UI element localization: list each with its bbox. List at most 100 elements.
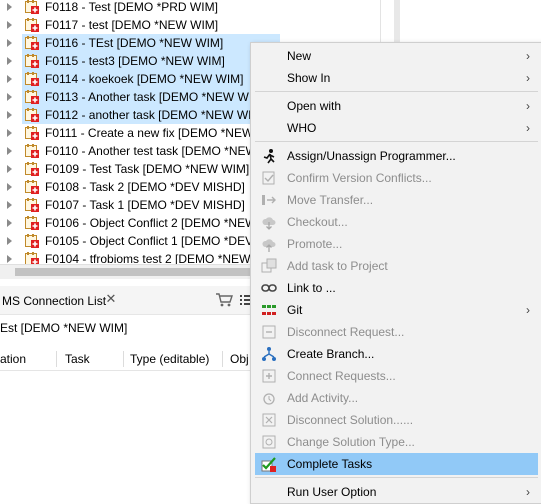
menu-item-label: Checkout...	[287, 215, 348, 229]
menu-item-add-activity[interactable]: Add Activity...	[255, 387, 538, 409]
submenu-arrow-icon: ›	[526, 485, 530, 499]
menu-item-label: Promote...	[287, 237, 343, 251]
promote-cloud-icon	[262, 239, 276, 252]
checkout-cloud-icon	[262, 217, 276, 230]
tree-row-label: F0104 - tfrobioms test 2 [DEMO *NEW WIM]	[45, 252, 282, 264]
tree-row-label: F0117 - test [DEMO *NEW WIM]	[45, 18, 219, 32]
expand-arrow-icon[interactable]	[7, 57, 12, 65]
menu-item-move-transfer[interactable]: Move Transfer...	[255, 189, 538, 211]
menu-item-disconnect-request[interactable]: Disconnect Request...	[255, 321, 538, 343]
tree-row[interactable]: F0117 - test [DEMO *NEW WIM]	[0, 16, 380, 34]
expand-arrow-icon[interactable]	[7, 39, 12, 47]
move-transfer-icon	[262, 195, 276, 205]
column-separator[interactable]	[56, 351, 57, 367]
menu-item-label: Create Branch...	[287, 347, 375, 361]
menu-item-add-task-to-project[interactable]: Add task to Project	[255, 255, 538, 277]
task-icon	[25, 72, 39, 86]
menu-item-git[interactable]: Git ›	[255, 299, 538, 321]
menu-item-link-to[interactable]: Link to ...	[255, 277, 538, 299]
expand-arrow-icon[interactable]	[7, 201, 12, 209]
menu-item-complete-tasks[interactable]: Complete Tasks	[255, 453, 538, 475]
column-separator[interactable]	[222, 351, 223, 367]
menu-item-label: Add Activity...	[287, 391, 359, 405]
menu-item-open-with[interactable]: Open with ›	[255, 95, 538, 117]
menu-item-label: Connect Requests...	[287, 369, 396, 383]
submenu-arrow-icon: ›	[526, 49, 530, 63]
tree-row-label: F0115 - test3 [DEMO *NEW WIM]	[45, 54, 225, 68]
menu-item-label: Open with	[287, 99, 342, 113]
tab-connection-list[interactable]: MS Connection List	[2, 294, 106, 308]
menu-item-who[interactable]: WHO ›	[255, 117, 538, 139]
menu-item-label: Add task to Project	[287, 259, 388, 273]
tree-row-label: F0108 - Task 2 [DEMO *DEV MISHD]	[45, 180, 245, 194]
tree-row-label: F0113 - Another task [DEMO *NEW WIM]	[45, 90, 266, 104]
menu-item-label: Git	[287, 303, 303, 317]
menu-item-label: Disconnect Request...	[287, 325, 405, 339]
column-header-type[interactable]: Type (editable)	[130, 351, 209, 367]
menu-item-label: Move Transfer...	[287, 193, 374, 207]
menu-item-new[interactable]: New ›	[255, 45, 538, 67]
expand-arrow-icon[interactable]	[7, 219, 12, 227]
tree-row[interactable]: F0118 - Test [DEMO *PRD WIM]	[0, 0, 380, 16]
menu-item-assign-unassign-programmer[interactable]: Assign/Unassign Programmer...	[255, 145, 538, 167]
change-solution-icon	[262, 435, 276, 449]
column-header-task[interactable]: Task	[65, 351, 90, 367]
tree-row-label: F0111 - Create a new fix [DEMO *NEW WIM]	[45, 126, 285, 140]
menu-item-disconnect-solution[interactable]: Disconnect Solution......	[255, 409, 538, 431]
menu-separator	[255, 477, 538, 478]
menu-item-label: New	[287, 49, 312, 63]
menu-item-create-branch[interactable]: Create Branch...	[255, 343, 538, 365]
task-icon	[25, 0, 39, 14]
expand-arrow-icon[interactable]	[7, 165, 12, 173]
expand-arrow-icon[interactable]	[7, 93, 12, 101]
expand-arrow-icon[interactable]	[7, 3, 12, 11]
expand-arrow-icon[interactable]	[7, 129, 12, 137]
expand-arrow-icon[interactable]	[7, 183, 12, 191]
link-icon	[261, 284, 277, 292]
connect-requests-icon	[262, 369, 276, 383]
selected-task-context: Est [DEMO *NEW WIM]	[0, 321, 128, 335]
menu-item-promote[interactable]: Promote...	[255, 233, 538, 255]
cart-icon[interactable]	[215, 292, 233, 308]
expand-arrow-icon[interactable]	[7, 237, 12, 245]
expand-arrow-icon[interactable]	[7, 21, 12, 29]
column-header-object[interactable]: Obj	[230, 351, 249, 367]
task-icon	[25, 162, 39, 176]
submenu-arrow-icon: ›	[526, 121, 530, 135]
tree-row-label: F0109 - Test Task [DEMO *NEW WIM]	[45, 162, 250, 176]
expand-arrow-icon[interactable]	[7, 147, 12, 155]
git-icon	[262, 305, 276, 315]
menu-item-confirm-version-conflicts[interactable]: Confirm Version Conflicts...	[255, 167, 538, 189]
expand-arrow-icon[interactable]	[7, 111, 12, 119]
tree-row-label: F0112 - another task [DEMO *NEW WIM]	[45, 108, 265, 122]
tree-row-label: F0116 - TEst [DEMO *NEW WIM]	[45, 36, 224, 50]
column-header-ation[interactable]: ation	[0, 351, 26, 367]
task-icon	[25, 144, 39, 158]
task-icon	[25, 234, 39, 248]
close-icon[interactable]: ✕	[104, 292, 118, 306]
disconnect-request-icon	[262, 325, 276, 339]
add-task-project-icon	[261, 258, 277, 273]
menu-item-run-user-option[interactable]: Run User Option ›	[255, 481, 538, 503]
complete-tasks-icon	[261, 457, 276, 472]
menu-item-label: Complete Tasks	[287, 457, 373, 471]
confirm-conflict-icon	[262, 171, 275, 185]
menu-item-checkout[interactable]: Checkout...	[255, 211, 538, 233]
menu-item-label: Run User Option	[287, 485, 377, 499]
menu-item-label: Disconnect Solution......	[287, 413, 414, 427]
tree-row-label: F0118 - Test [DEMO *PRD WIM]	[45, 0, 218, 14]
expand-arrow-icon[interactable]	[7, 75, 12, 83]
menu-item-connect-requests[interactable]: Connect Requests...	[255, 365, 538, 387]
task-icon	[25, 180, 39, 194]
add-activity-icon	[263, 393, 275, 405]
tree-row-label: F0114 - koekoek [DEMO *NEW WIM]	[45, 72, 244, 86]
menu-item-label: Assign/Unassign Programmer...	[287, 149, 456, 163]
column-separator[interactable]	[123, 351, 124, 367]
task-icon	[25, 54, 39, 68]
scrollbar-thumb[interactable]	[15, 268, 255, 276]
context-menu: New › Show In › Open with › WHO › Assign/Unassig…	[250, 42, 541, 504]
menu-item-change-solution-type[interactable]: Change Solution Type...	[255, 431, 538, 453]
expand-arrow-icon[interactable]	[7, 255, 12, 263]
task-icon	[25, 90, 39, 104]
menu-item-show-in[interactable]: Show In ›	[255, 67, 538, 89]
